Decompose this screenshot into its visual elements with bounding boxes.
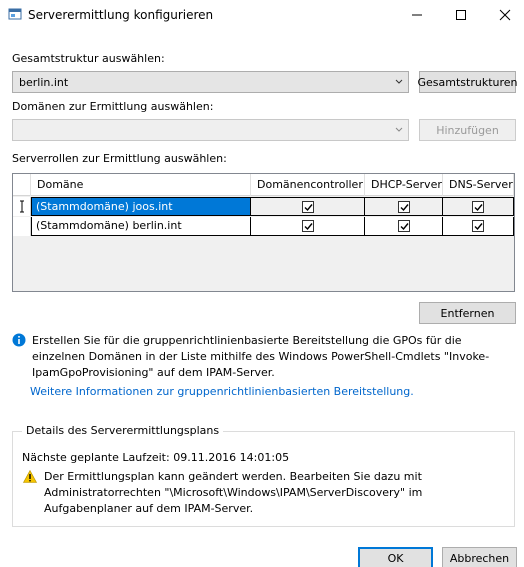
domain-cell[interactable]: (Stammdomäne) joos.int	[31, 197, 251, 216]
cancel-button[interactable]: Abbrechen	[442, 547, 517, 567]
dc-checkbox[interactable]	[302, 220, 314, 232]
dhcp-checkbox[interactable]	[398, 201, 410, 213]
dns-checkbox[interactable]	[472, 201, 484, 213]
gpo-info-text: Erstellen Sie für die gruppenrichtlinien…	[32, 334, 490, 379]
next-run-text: Nächste geplante Laufzeit: 09.11.2016 14…	[22, 451, 290, 464]
app-icon	[8, 8, 22, 20]
title-bar: Serverermittlung konfigurieren	[0, 0, 524, 32]
checkmark-icon	[474, 223, 483, 231]
row-header[interactable]	[13, 197, 31, 216]
checkmark-icon	[400, 223, 409, 231]
warning-icon	[23, 470, 37, 483]
minimize-button[interactable]	[400, 0, 434, 30]
remove-button[interactable]: Entfernen	[419, 302, 516, 324]
dns-checkbox[interactable]	[472, 220, 484, 232]
checkmark-icon	[474, 204, 483, 212]
checkmark-icon	[304, 204, 313, 212]
dc-cell[interactable]	[251, 217, 365, 236]
dhcp-checkbox[interactable]	[398, 220, 410, 232]
close-button[interactable]	[488, 0, 522, 30]
roles-grid[interactable]: Domäne Domänencontroller DHCP-Server DNS…	[12, 173, 515, 292]
gpo-more-info-link[interactable]: Weitere Informationen zur gruppenrichtli…	[30, 385, 414, 398]
roles-label: Serverrollen zur Ermittlung auswählen:	[12, 152, 227, 165]
schedule-group-title: Details des Serverermittlungsplans	[22, 424, 224, 437]
grid-header: Domäne Domänencontroller DHCP-Server DNS…	[13, 174, 514, 196]
row-header[interactable]	[13, 217, 31, 236]
maximize-icon	[456, 10, 466, 20]
checkmark-icon	[304, 223, 313, 231]
ok-button[interactable]: OK	[358, 547, 433, 567]
domain-cell[interactable]: (Stammdomäne) berlin.int	[31, 217, 251, 236]
forest-label: Gesamtstruktur auswählen:	[12, 52, 165, 65]
dns-cell[interactable]	[443, 217, 514, 236]
window-title: Serverermittlung konfigurieren	[28, 8, 214, 22]
column-domain-controller[interactable]: Domänencontroller	[251, 174, 365, 196]
maximize-button[interactable]	[444, 0, 478, 30]
column-domain[interactable]: Domäne	[31, 174, 251, 196]
minimize-icon	[412, 14, 422, 16]
table-row[interactable]: (Stammdomäne) joos.int	[13, 197, 514, 216]
domains-label: Domänen zur Ermittlung auswählen:	[12, 100, 214, 113]
forest-value: berlin.int	[19, 76, 69, 89]
dc-cell[interactable]	[251, 197, 365, 216]
column-dhcp-server[interactable]: DHCP-Server	[365, 174, 443, 196]
row-pointer-icon	[20, 200, 24, 213]
chevron-down-icon	[395, 79, 403, 84]
forest-combobox[interactable]: berlin.int	[12, 71, 409, 93]
close-icon	[499, 9, 511, 21]
row-header-corner	[13, 174, 31, 196]
table-row[interactable]: (Stammdomäne) berlin.int	[13, 217, 514, 236]
info-icon	[12, 333, 26, 347]
dns-cell[interactable]	[443, 197, 514, 216]
checkmark-icon	[400, 204, 409, 212]
dc-checkbox[interactable]	[302, 201, 314, 213]
dhcp-cell[interactable]	[365, 217, 443, 236]
schedule-warning-text: Der Ermittlungsplan kann geändert werden…	[44, 470, 423, 515]
forests-button[interactable]: Gesamtstrukturen	[418, 71, 518, 93]
chevron-down-icon	[395, 127, 403, 132]
domains-combobox[interactable]	[12, 119, 409, 141]
column-dns-server[interactable]: DNS-Server	[443, 174, 514, 196]
add-button[interactable]: Hinzufügen	[419, 119, 516, 141]
dhcp-cell[interactable]	[365, 197, 443, 216]
